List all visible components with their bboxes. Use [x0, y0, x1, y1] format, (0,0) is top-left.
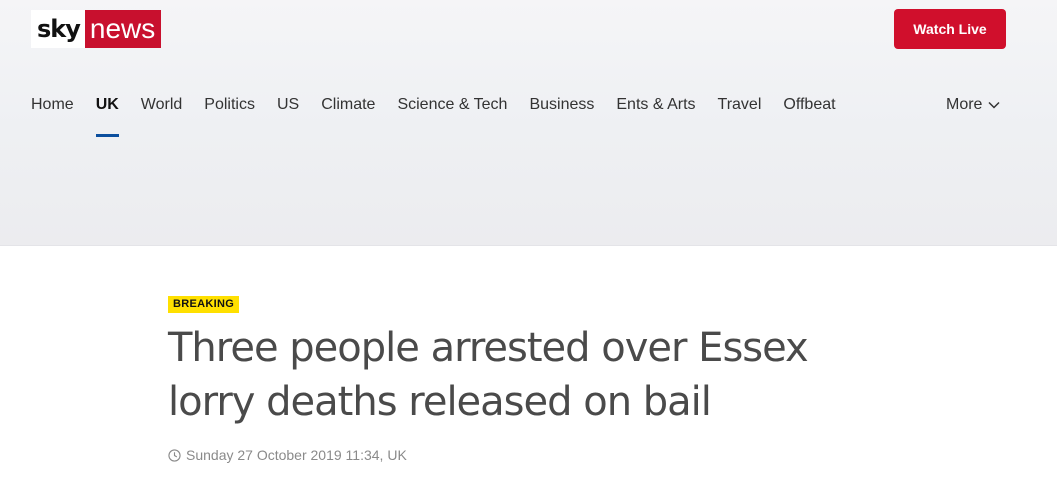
- article-timestamp: Sunday 27 October 2019 11:34, UK: [168, 447, 928, 463]
- nav-item-offbeat[interactable]: Offbeat: [772, 86, 846, 128]
- logo-sky-text: sky: [31, 10, 85, 48]
- chevron-down-icon: [988, 101, 1000, 109]
- nav-item-travel[interactable]: Travel: [707, 86, 773, 128]
- more-label: More: [946, 96, 983, 113]
- nav-item-politics[interactable]: Politics: [193, 86, 266, 128]
- clock-icon: [168, 448, 181, 462]
- nav-item-world[interactable]: World: [130, 86, 194, 128]
- article-header: BREAKING Three people arrested over Esse…: [168, 294, 928, 463]
- article-headline: Three people arrested over Essex lorry d…: [168, 325, 809, 425]
- sky-news-logo[interactable]: sky news: [31, 10, 162, 48]
- more-menu-button[interactable]: More: [946, 96, 1000, 114]
- nav-item-ents-arts[interactable]: Ents & Arts: [605, 86, 706, 128]
- nav-item-us[interactable]: US: [266, 86, 310, 128]
- nav-item-home[interactable]: Home: [20, 86, 85, 128]
- watch-live-button[interactable]: Watch Live: [894, 9, 1006, 49]
- timestamp-text: Sunday 27 October 2019 11:34, UK: [186, 447, 407, 463]
- logo-news-text: news: [84, 10, 162, 48]
- site-header: sky news Watch Live Home UK World Politi…: [0, 0, 1057, 246]
- main-nav: Home UK World Politics US Climate Scienc…: [20, 86, 847, 138]
- nav-item-uk[interactable]: UK: [85, 86, 130, 137]
- nav-item-climate[interactable]: Climate: [310, 86, 386, 128]
- nav-item-science-tech[interactable]: Science & Tech: [386, 86, 518, 128]
- nav-item-business[interactable]: Business: [518, 86, 605, 128]
- breaking-badge: BREAKING: [168, 296, 240, 313]
